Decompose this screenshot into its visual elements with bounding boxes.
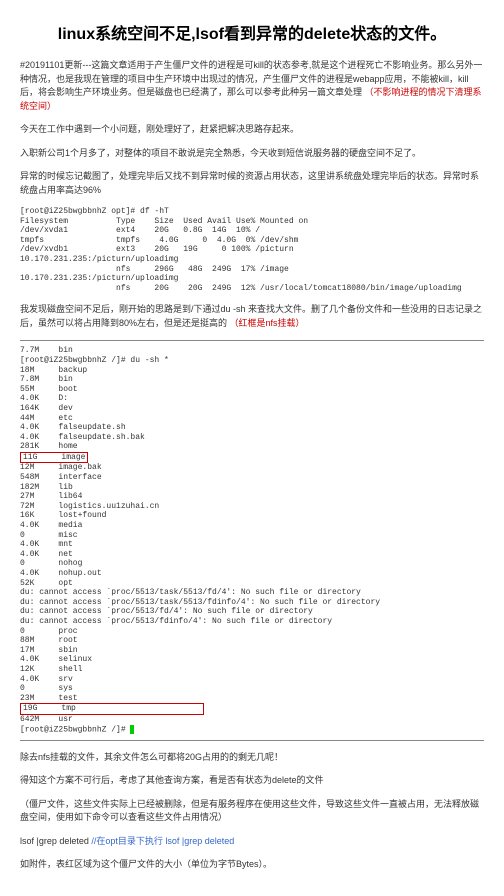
paragraph-3: 异常的时候忘记截图了，处理完毕后又找不到异常时候的资源占用状态，这里讲系统盘处理… [20, 170, 484, 197]
command-line: lsof |grep deleted //在opt目录下执行 lsof |gre… [20, 835, 484, 849]
red-box-image: 11G image [20, 452, 88, 464]
update-note: #20191101更新---这篇文章适用于产生僵尸文件的进程是可kill的状态参… [20, 59, 484, 113]
page-title: linux系统空间不足,lsof看到异常的delete状态的文件。 [20, 20, 484, 44]
red-box-tmp: 19G tmp [20, 703, 204, 715]
p4-red: （红框是nfs挂载） [230, 318, 305, 328]
cmd-note: //在opt目录下执行 lsof |grep deleted [91, 836, 234, 846]
paragraph-7: （僵尸文件，这些文件实际上已经被删除，但是有服务程序在使用这些文件，导致这些文件… [20, 798, 484, 825]
paragraph-8: 如附件，表红区域为这个僵尸文件的大小（单位为字节Bytes）。 [20, 858, 484, 872]
divider-2 [20, 740, 484, 741]
paragraph-5: 除去nfs挂载的文件，其余文件怎么可都将20G占用的的剩无几呢！ [20, 751, 484, 765]
terminal-cursor [130, 725, 134, 734]
paragraph-4: 我发现磁盘空间不足后，刚开始的思路是到/下通过du -sh 来查找大文件。删了几… [20, 303, 484, 330]
cmd: lsof |grep deleted [20, 836, 89, 846]
divider [20, 340, 484, 341]
paragraph-1: 今天在工作中遇到一个小问题，刚处理好了，赶紧把解决思路存起来。 [20, 123, 484, 137]
paragraph-2: 入职新公司1个月多了，对整体的项目不敢说是完全熟悉，今天收到短信说服务器的硬盘空… [20, 147, 484, 161]
df-output: [root@iZ25bwgbbnhZ opt]# df -hT Filesyst… [20, 207, 484, 293]
paragraph-6: 得知这个方案不可行后，考虑了其他查询方案，看是否有状态为delete的文件 [20, 774, 484, 788]
du-output: 7.7M bin [root@iZ25bwgbbnhZ /]# du -sh *… [20, 346, 484, 734]
